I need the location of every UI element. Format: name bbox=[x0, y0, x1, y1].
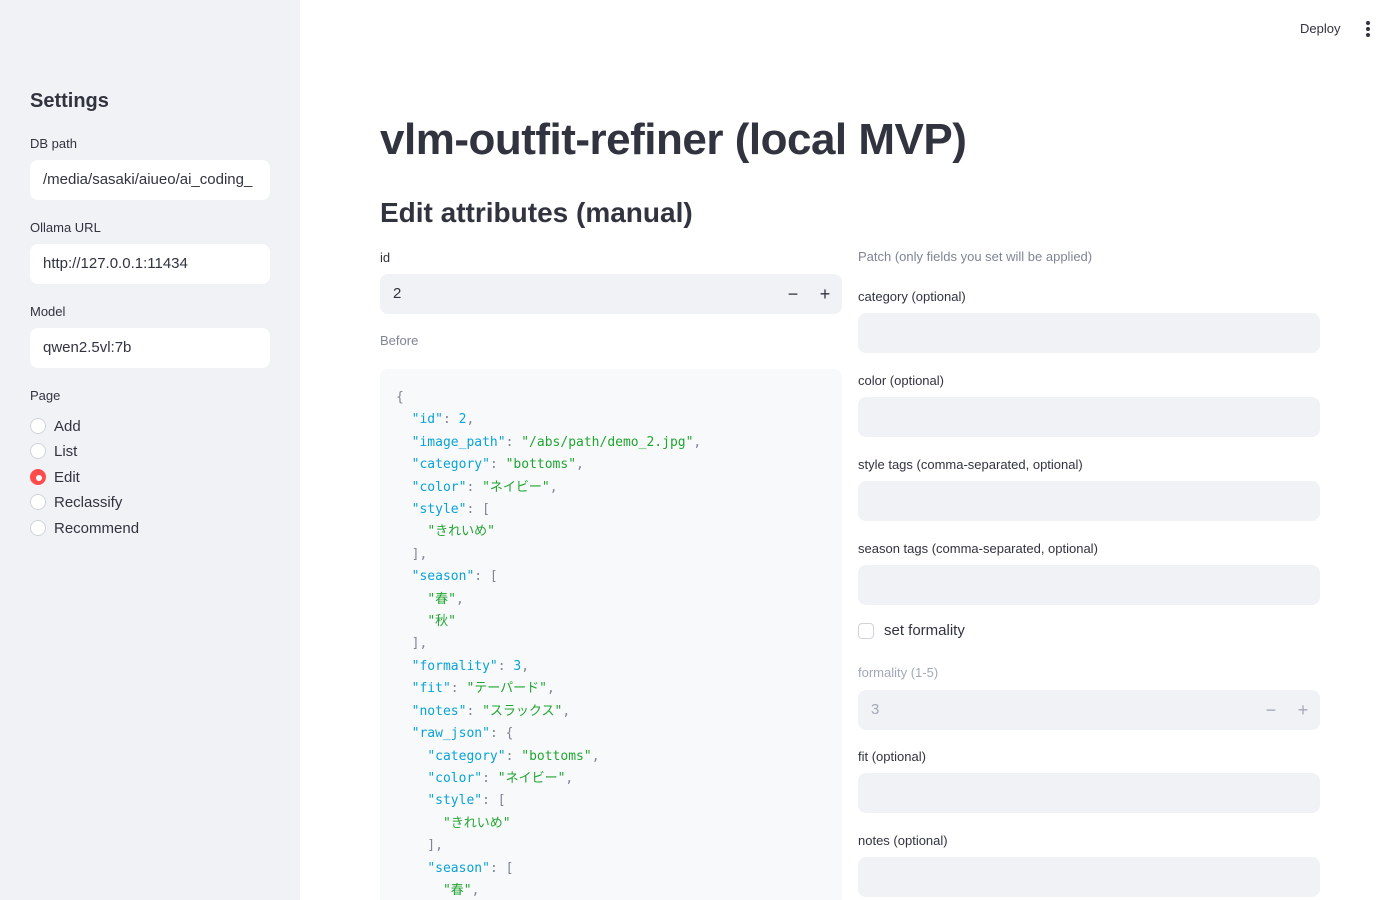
code-line: "image_path": "/abs/path/demo_2.jpg", bbox=[411, 434, 702, 450]
radio-label: Recommend bbox=[54, 519, 140, 537]
sidebar: Settings DB path /media/sasaki/aiueo/ai_… bbox=[0, 0, 300, 900]
code-line: "category": "bottoms", bbox=[411, 457, 584, 473]
id-value: 2 bbox=[393, 285, 402, 302]
code-line: ], bbox=[396, 636, 428, 652]
season-tags-label: season tags (comma-separated, optional) bbox=[858, 541, 1098, 556]
ollama-url-label: Ollama URL bbox=[30, 220, 101, 235]
code-line: "color": "ネイビー", bbox=[411, 479, 558, 495]
formality-label: formality (1-5) bbox=[858, 665, 939, 680]
set-formality-label: set formality bbox=[884, 622, 965, 639]
color-input[interactable] bbox=[858, 397, 1320, 437]
category-input[interactable] bbox=[858, 313, 1320, 353]
radio-circle[interactable] bbox=[30, 494, 46, 510]
vertical-dots-icon[interactable] bbox=[1362, 21, 1374, 39]
page-label: Page bbox=[30, 388, 61, 403]
code-line: "category": "bottoms", bbox=[427, 748, 600, 764]
code-line: "id": 2, bbox=[411, 412, 475, 428]
code-line: "style": [ bbox=[411, 502, 490, 518]
radio-circle[interactable] bbox=[30, 443, 46, 459]
code-line: "きれいめ" bbox=[442, 815, 511, 831]
code-line: "きれいめ" bbox=[427, 524, 495, 540]
db-path-label: DB path bbox=[30, 136, 77, 151]
code-line: "春", bbox=[427, 591, 464, 607]
ollama-url-input[interactable]: http://127.0.0.1:11434 bbox=[30, 244, 270, 284]
radio-option-edit[interactable]: Edit bbox=[30, 466, 80, 488]
code-line: { bbox=[396, 390, 404, 405]
radio-circle-selected[interactable] bbox=[30, 469, 46, 485]
before-json-code: { "id": 2, "image_path": "/abs/path/demo… bbox=[380, 369, 842, 900]
radio-circle[interactable] bbox=[30, 418, 46, 434]
deploy-button[interactable]: Deploy bbox=[1300, 21, 1340, 36]
radio-option-recommend[interactable]: Recommend bbox=[30, 517, 139, 539]
code-line: "fit": "テーパード", bbox=[411, 681, 555, 697]
section-title: Edit attributes (manual) bbox=[380, 197, 693, 228]
fit-input[interactable] bbox=[858, 773, 1320, 813]
style-tags-label: style tags (comma-separated, optional) bbox=[858, 457, 1083, 472]
model-input[interactable]: qwen2.5vl:7b bbox=[30, 328, 270, 368]
code-line: ], bbox=[396, 546, 428, 562]
radio-option-add[interactable]: Add bbox=[30, 415, 81, 437]
radio-label: List bbox=[54, 442, 78, 460]
decrement-button[interactable]: − bbox=[777, 274, 809, 314]
patch-caption: Patch (only fields you set will be appli… bbox=[858, 249, 1093, 264]
code-line: "style": [ bbox=[427, 793, 506, 809]
code-line: "season": [ bbox=[411, 569, 498, 585]
db-path-input[interactable]: /media/sasaki/aiueo/ai_coding_ bbox=[30, 160, 270, 200]
code-line: "春", bbox=[442, 882, 480, 898]
radio-label: Edit bbox=[54, 468, 80, 486]
code-line: "raw_json": { bbox=[411, 726, 514, 742]
page-title: vlm-outfit-refiner (local MVP) bbox=[380, 115, 967, 164]
radio-label: Add bbox=[54, 417, 81, 435]
season-tags-input[interactable] bbox=[858, 565, 1320, 605]
id-number-input[interactable]: 2 − + bbox=[380, 274, 842, 314]
code-line: "season": [ bbox=[427, 860, 514, 876]
code-line: ], bbox=[396, 838, 443, 854]
decrement-button: − bbox=[1265, 700, 1277, 720]
sidebar-title: Settings bbox=[30, 90, 109, 112]
increment-button[interactable]: + bbox=[809, 274, 841, 314]
notes-input[interactable] bbox=[858, 857, 1320, 897]
radio-option-list[interactable]: List bbox=[30, 440, 77, 462]
set-formality-checkbox[interactable] bbox=[858, 622, 874, 639]
category-label: category (optional) bbox=[858, 289, 966, 304]
increment-button: + bbox=[1297, 700, 1309, 720]
color-label: color (optional) bbox=[858, 373, 944, 388]
before-label: Before bbox=[380, 333, 419, 348]
formality-number-input: 3 − + bbox=[858, 690, 1320, 730]
id-label: id bbox=[380, 250, 391, 265]
set-formality-checkbox-row[interactable]: set formality bbox=[858, 622, 965, 639]
radio-option-reclassify[interactable]: Reclassify bbox=[30, 491, 122, 513]
radio-label: Reclassify bbox=[54, 493, 123, 511]
fit-label: fit (optional) bbox=[858, 749, 926, 764]
style-tags-input[interactable] bbox=[858, 481, 1320, 521]
code-line: "formality": 3, bbox=[411, 658, 530, 674]
code-line: "notes": "スラックス", bbox=[411, 703, 571, 719]
code-line: "color": "ネイビー", bbox=[427, 770, 574, 786]
formality-value: 3 bbox=[871, 701, 880, 718]
notes-label: notes (optional) bbox=[858, 833, 948, 848]
model-label: Model bbox=[30, 304, 66, 319]
code-line: "秋" bbox=[427, 614, 456, 630]
radio-circle[interactable] bbox=[30, 520, 46, 536]
